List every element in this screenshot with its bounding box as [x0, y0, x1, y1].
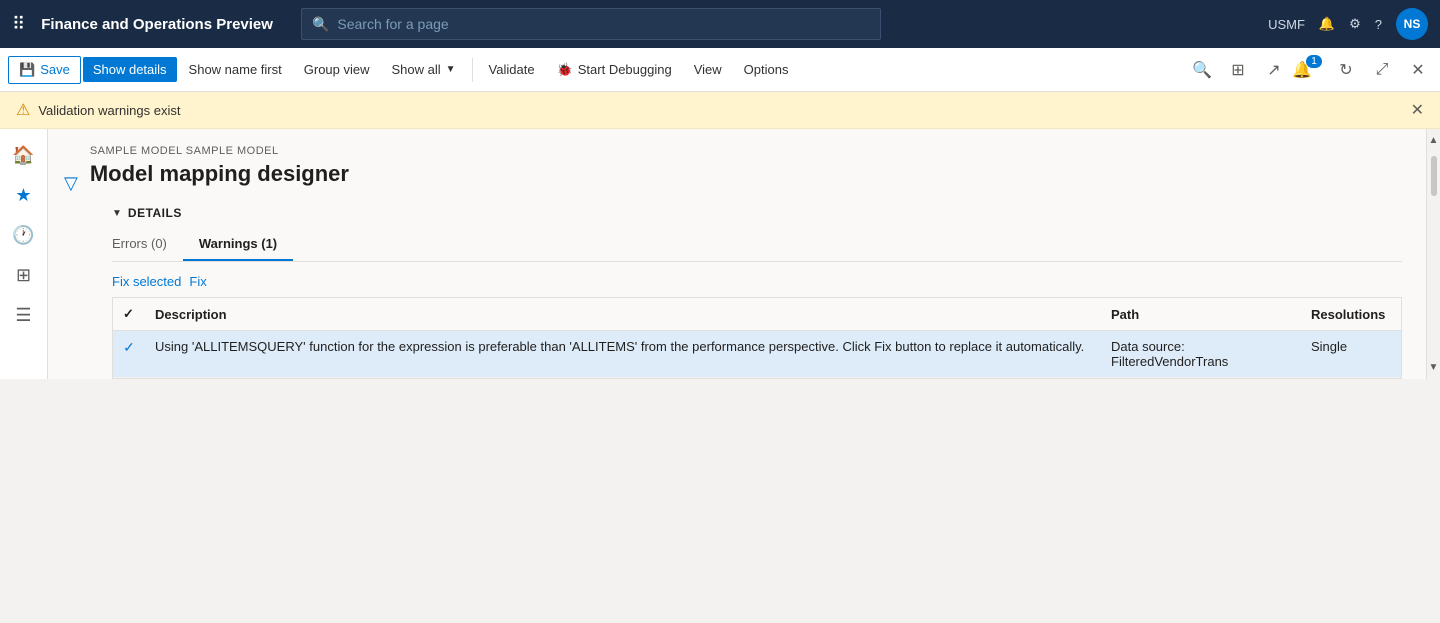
personalize-icon[interactable]: ⊞ [1224, 56, 1252, 84]
usmf-label[interactable]: USMF [1268, 17, 1305, 32]
fix-link[interactable]: Fix [189, 274, 206, 289]
show-details-button[interactable]: Show details [83, 57, 177, 82]
row-checkbox[interactable]: ✓ [113, 331, 145, 378]
workspaces-icon[interactable]: ⊞ [6, 257, 42, 293]
tabs-row: Errors (0) Warnings (1) [112, 228, 1402, 262]
scroll-thumb[interactable] [1431, 156, 1437, 196]
notification-badge: 1 [1306, 55, 1322, 68]
breadcrumb: SAMPLE MODEL SAMPLE MODEL [90, 145, 1402, 157]
row-resolutions: Single [1301, 331, 1401, 378]
row-path: Data source: FilteredVendorTrans [1101, 331, 1301, 378]
details-header[interactable]: ▼ DETAILS [112, 206, 1402, 220]
left-sidebar: 🏠 ★ 🕐 ⊞ ☰ [0, 129, 48, 379]
debug-icon: 🐞 [557, 62, 573, 78]
vertical-scrollbar: ▲ ▼ [1426, 129, 1440, 379]
show-all-dropdown: Show all ▼ [382, 57, 466, 82]
user-avatar[interactable]: NS [1396, 8, 1428, 40]
row-description: Using 'ALLITEMSQUERY' function for the e… [145, 331, 1101, 378]
page-info: SAMPLE MODEL SAMPLE MODEL Model mapping … [90, 145, 1402, 187]
tab-errors[interactable]: Errors (0) [112, 228, 183, 261]
details-section: ▼ DETAILS Errors (0) Warnings (1) Fix se… [48, 194, 1426, 379]
details-section-label: DETAILS [128, 206, 182, 220]
modules-icon[interactable]: ☰ [6, 297, 42, 333]
col-header-check: ✓ [113, 298, 145, 331]
col-header-description[interactable]: Description [145, 298, 1101, 331]
save-button[interactable]: 💾 Save [8, 56, 81, 84]
group-view-button[interactable]: Group view [294, 57, 380, 82]
start-debugging-button[interactable]: 🐞 Start Debugging [547, 57, 682, 83]
content-header: ▽ SAMPLE MODEL SAMPLE MODEL Model mappin… [48, 129, 1426, 194]
warnings-table-container: ✓ Description Path Resolutions ✓ Us [112, 297, 1402, 379]
apps-grid-icon[interactable]: ⠿ [12, 14, 25, 35]
refresh-icon[interactable]: ↻ [1332, 56, 1360, 84]
favorites-star-icon[interactable]: ★ [6, 177, 42, 213]
warning-message: Validation warnings exist [38, 103, 1402, 118]
notification-bell-icon[interactable]: 🔔 [1319, 16, 1335, 32]
recent-clock-icon[interactable]: 🕐 [6, 217, 42, 253]
expand-icon[interactable]: ⤢ [1368, 56, 1396, 84]
show-all-button[interactable]: Show all ▼ [382, 57, 466, 82]
action-row: Fix selected Fix [112, 274, 1402, 289]
home-icon[interactable]: 🏠 [6, 137, 42, 173]
warning-triangle-icon: ⚠ [16, 100, 30, 120]
warnings-table: ✓ Description Path Resolutions ✓ Us [113, 298, 1401, 378]
table-header-row: ✓ Description Path Resolutions [113, 298, 1401, 331]
warning-close-button[interactable]: ✕ [1411, 100, 1424, 120]
table-row[interactable]: ✓ Using 'ALLITEMSQUERY' function for the… [113, 331, 1401, 378]
toolbar-right-controls: 🔍 ⊞ ↗ 🔔1 ↻ ⤢ ✕ [1188, 56, 1432, 84]
search-icon: 🔍 [312, 16, 329, 33]
help-question-icon[interactable]: ? [1375, 17, 1382, 32]
tab-warnings[interactable]: Warnings (1) [183, 228, 293, 261]
options-button[interactable]: Options [734, 57, 799, 82]
fix-selected-link[interactable]: Fix selected [112, 274, 181, 289]
view-button[interactable]: View [684, 57, 732, 82]
main-layout: 🏠 ★ 🕐 ⊞ ☰ ▽ SAMPLE MODEL SAMPLE MODEL Mo… [0, 129, 1440, 379]
open-in-new-icon[interactable]: ↗ [1260, 56, 1288, 84]
settings-gear-icon[interactable]: ⚙ [1349, 16, 1361, 32]
details-collapse-arrow: ▼ [112, 208, 122, 219]
page-title: Model mapping designer [90, 161, 1402, 187]
row-check-mark: ✓ [123, 339, 135, 355]
app-title: Finance and Operations Preview [41, 16, 273, 33]
search-toolbar-icon[interactable]: 🔍 [1188, 56, 1216, 84]
close-icon[interactable]: ✕ [1404, 56, 1432, 84]
warning-banner: ⚠ Validation warnings exist ✕ [0, 92, 1440, 129]
toolbar-divider-1 [472, 58, 473, 82]
select-all-checkbox[interactable]: ✓ [123, 306, 134, 321]
col-header-resolutions[interactable]: Resolutions [1301, 298, 1401, 331]
col-header-path[interactable]: Path [1101, 298, 1301, 331]
scroll-up-arrow[interactable]: ▲ [1429, 133, 1439, 148]
scroll-down-arrow[interactable]: ▼ [1429, 360, 1439, 375]
validate-button[interactable]: Validate [479, 57, 545, 82]
save-floppy-icon: 💾 [19, 62, 35, 78]
show-name-first-button[interactable]: Show name first [179, 57, 292, 82]
notification-toolbar-icon[interactable]: 🔔1 [1296, 56, 1324, 84]
search-bar: 🔍 [301, 8, 881, 40]
top-nav-right-controls: USMF 🔔 ⚙ ? NS [1268, 8, 1428, 40]
content-area: ▽ SAMPLE MODEL SAMPLE MODEL Model mappin… [48, 129, 1426, 379]
filter-icon[interactable]: ▽ [64, 173, 78, 194]
chevron-down-icon: ▼ [446, 64, 456, 75]
toolbar: 💾 Save Show details Show name first Grou… [0, 48, 1440, 92]
top-navigation: ⠿ Finance and Operations Preview 🔍 USMF … [0, 0, 1440, 48]
search-input[interactable] [337, 16, 870, 32]
